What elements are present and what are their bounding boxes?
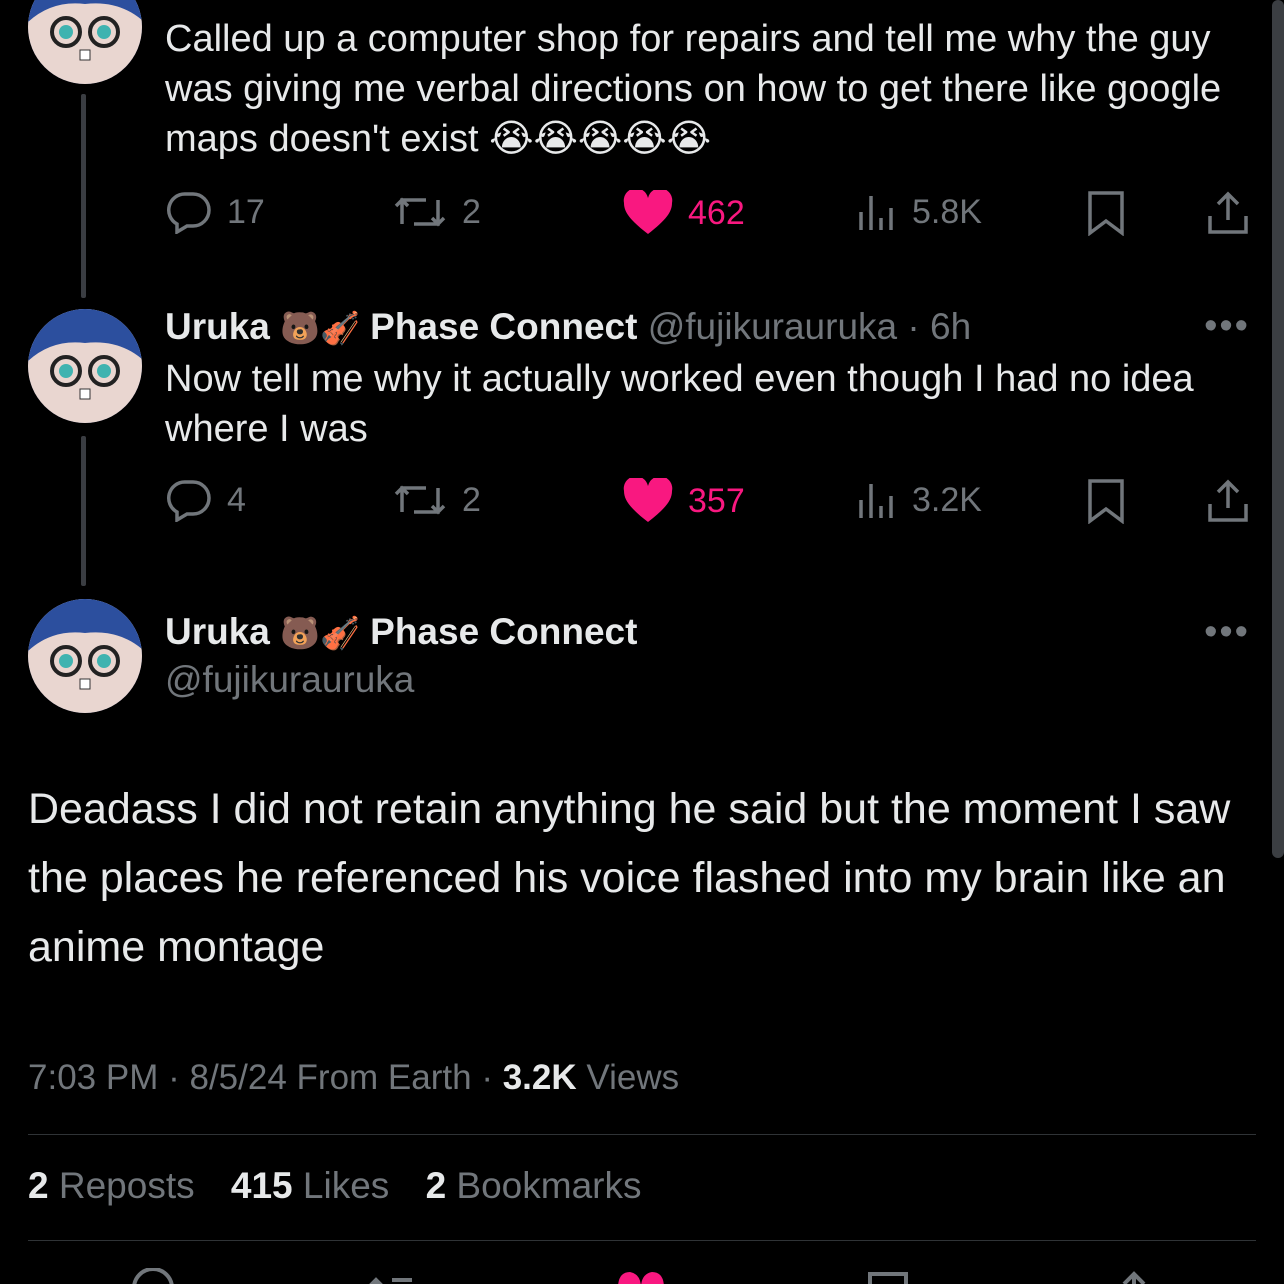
like-button[interactable]: 462 <box>622 190 745 236</box>
views-button[interactable]: 3.2K <box>856 478 982 522</box>
more-icon[interactable]: ••• <box>1204 613 1250 651</box>
share-icon[interactable] <box>1112 1270 1156 1284</box>
repost-icon[interactable] <box>362 1272 422 1284</box>
reply-count: 4 <box>227 480 246 519</box>
tweet-thread-page: Called up a computer shop for repairs an… <box>0 0 1284 1284</box>
thread-line <box>81 436 86 586</box>
display-name[interactable]: Uruka <box>165 306 270 347</box>
share-button[interactable] <box>1206 478 1250 524</box>
tweet-text: Called up a computer shop for repairs an… <box>165 18 1222 160</box>
engagement-stats: 2 Reposts 415 Likes 2 Bookmarks <box>28 1165 641 1207</box>
share-icon <box>1208 479 1248 522</box>
heart-icon <box>623 478 673 522</box>
reply-icon[interactable] <box>128 1268 178 1284</box>
views-count: 3.2K <box>912 480 982 519</box>
bookmark-button[interactable] <box>1086 190 1126 236</box>
bookmark-icon <box>1088 479 1124 524</box>
main-action-bar <box>0 1268 1284 1284</box>
views-count: 3.2K <box>502 1058 577 1097</box>
bookmark-button[interactable] <box>1086 478 1126 524</box>
handle-row: @fujikurauruka <box>165 658 414 702</box>
repost-count: 2 <box>462 480 481 519</box>
heart-icon <box>623 190 673 234</box>
divider <box>28 1240 1256 1241</box>
tweet-meta: 7:03 PM · 8/5/24 From Earth · 3.2K Views <box>28 1058 680 1097</box>
reply-count: 17 <box>227 192 265 231</box>
affiliation: Phase Connect <box>370 306 638 347</box>
reply-icon <box>167 192 211 234</box>
share-icon <box>1208 191 1248 234</box>
thread-line <box>81 94 86 298</box>
views-count: 5.8K <box>912 192 982 231</box>
likes-stat[interactable]: 415 Likes <box>231 1165 389 1206</box>
handle[interactable]: @fujikurauruka <box>648 306 897 347</box>
like-count: 462 <box>688 193 745 232</box>
tweet-location: From Earth <box>296 1058 472 1097</box>
views-label: Views <box>586 1058 680 1097</box>
like-count: 357 <box>688 481 745 520</box>
repost-icon <box>394 485 446 515</box>
avatar[interactable] <box>28 0 142 84</box>
views-icon <box>859 196 893 230</box>
scrollbar[interactable] <box>1272 0 1284 858</box>
heart-icon[interactable] <box>614 1268 668 1284</box>
divider <box>28 1134 1256 1135</box>
repost-button[interactable]: 2 <box>392 190 481 234</box>
avatar[interactable] <box>28 599 142 713</box>
display-name[interactable]: Uruka <box>165 611 270 652</box>
main-tweet-text: Deadass I did not retain anything he sai… <box>28 785 1231 971</box>
reply-button[interactable]: 17 <box>165 190 265 234</box>
tweet-header: Uruka 🐻🎻 Phase Connect @fujikurauruka · … <box>165 305 971 350</box>
repost-button[interactable]: 2 <box>392 478 481 522</box>
bookmarks-stat[interactable]: 2 Bookmarks <box>426 1165 642 1206</box>
tweet-header: Uruka 🐻🎻 Phase Connect <box>165 610 637 655</box>
repost-icon <box>394 197 446 227</box>
reposts-stat[interactable]: 2 Reposts <box>28 1165 195 1206</box>
like-button[interactable]: 357 <box>622 478 745 524</box>
bookmark-icon <box>1088 191 1124 236</box>
name-emojis: 🐻🎻 <box>280 310 360 346</box>
tweet-time: 7:03 PM <box>28 1058 159 1097</box>
handle[interactable]: @fujikurauruka <box>165 659 414 700</box>
share-button[interactable] <box>1206 190 1250 236</box>
name-emojis: 🐻🎻 <box>280 615 360 651</box>
tweet-date: 8/5/24 <box>189 1058 287 1097</box>
avatar[interactable] <box>28 309 142 423</box>
bookmark-icon[interactable] <box>864 1270 912 1284</box>
timestamp[interactable]: · 6h <box>907 306 971 347</box>
more-icon[interactable]: ••• <box>1204 307 1250 345</box>
repost-count: 2 <box>462 192 481 231</box>
views-button[interactable]: 5.8K <box>856 190 982 234</box>
reply-icon <box>167 480 211 522</box>
tweet-text: Now tell me why it actually worked even … <box>165 358 1194 450</box>
reply-button[interactable]: 4 <box>165 478 246 522</box>
views-icon <box>859 484 893 518</box>
affiliation: Phase Connect <box>370 611 638 652</box>
